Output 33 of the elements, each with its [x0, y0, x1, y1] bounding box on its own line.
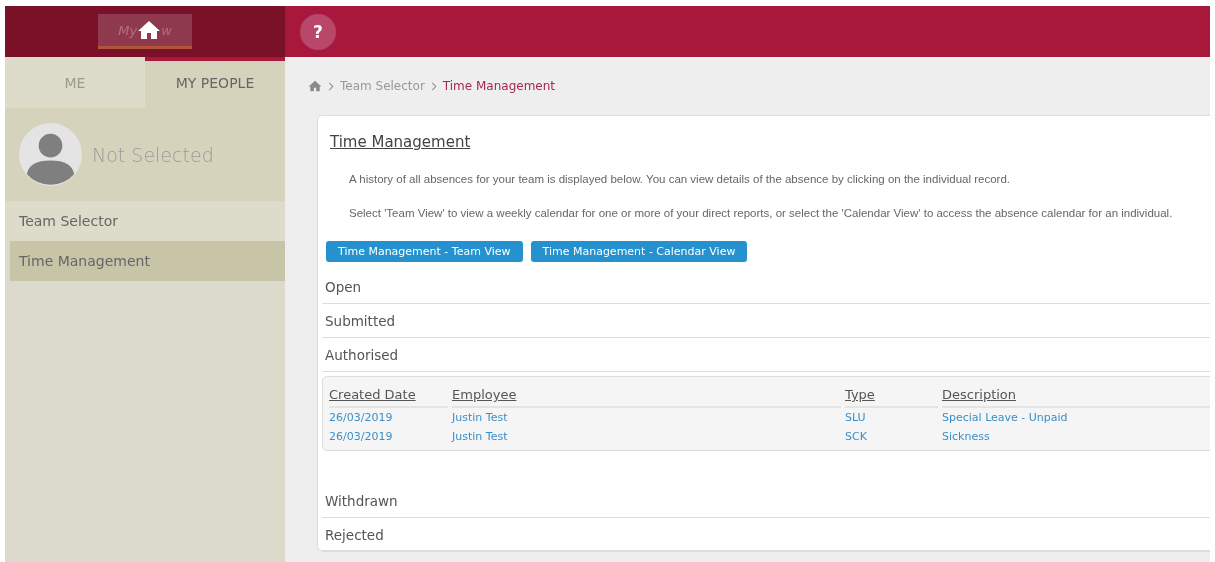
section-header[interactable]: Open [322, 270, 1210, 304]
section-header[interactable]: Authorised [322, 338, 1210, 372]
tab[interactable]: MY PEOPLE [145, 57, 285, 108]
table-link[interactable]: Justin Test [452, 427, 845, 446]
home-icon[interactable] [308, 80, 322, 92]
home-icon [137, 20, 162, 40]
chevron-icon [328, 81, 334, 91]
table-link[interactable]: SLU [845, 408, 942, 427]
column-header[interactable]: Created Date [329, 387, 448, 408]
column-header[interactable]: Description [942, 387, 1210, 408]
table-link[interactable]: SCK [845, 427, 942, 446]
description-text: A history of all absences for your team is displayed below. You can view details of the absence by clicking on the individual record. [349, 173, 1011, 185]
view-button[interactable]: Time Management - Team View [326, 241, 523, 262]
column-header[interactable]: Employee [452, 387, 841, 408]
table-link[interactable]: 26/03/2019 [329, 427, 452, 446]
section-header[interactable]: Withdrawn [322, 484, 1210, 518]
table-link[interactable]: Justin Test [452, 408, 845, 427]
card-title: Time Management [330, 133, 471, 151]
chevron-icon [430, 81, 437, 91]
help-button[interactable]: ? [300, 13, 336, 50]
column-header[interactable]: Type [845, 387, 938, 408]
description-text: Select 'Team View' to view a weekly calendar for one or more of your direct reports, or select the 'Calendar View' to access the absence calendar for an individual. [349, 207, 1174, 219]
view-button[interactable]: Time Management - Calendar View [530, 241, 748, 262]
table-link[interactable]: 26/03/2019 [329, 408, 452, 427]
breadcrumb-link[interactable]: Team Selector [340, 79, 425, 93]
profile-name: Not Selected [92, 143, 214, 166]
section-header[interactable]: Rejected [322, 518, 1210, 552]
section-header[interactable]: Submitted [322, 304, 1210, 338]
sidebar-item[interactable]: Time Management [10, 241, 285, 281]
table-link[interactable]: Sickness [942, 427, 1210, 446]
breadcrumb-link[interactable]: Time Management [442, 79, 556, 93]
table-link[interactable]: Special Leave - Unpaid [942, 408, 1210, 427]
avatar-icon [19, 123, 82, 186]
